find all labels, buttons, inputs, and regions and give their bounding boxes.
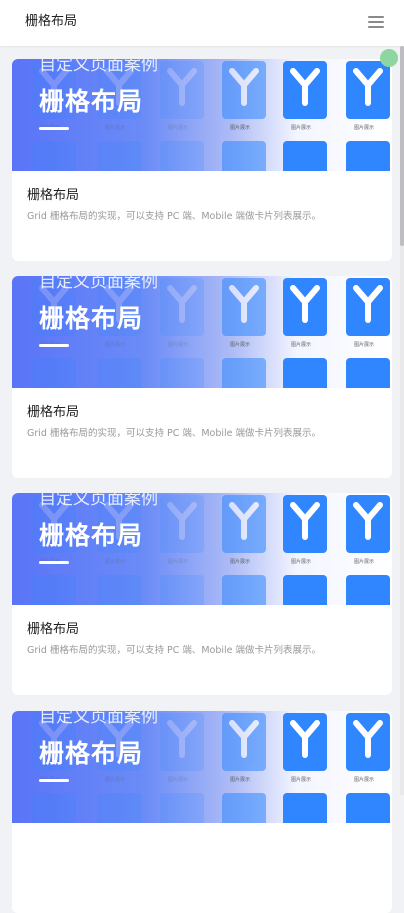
card-body: 栅格布局 Grid 栅格布局的实现，可以支持 PC 端、Mobile 端做卡片列… (27, 404, 382, 440)
banner-underline (39, 127, 69, 130)
card-banner-image: 图片展示图片展示图片展示图片展示图片展示图片展示 自定义页面案例 栅格布局 (12, 493, 392, 605)
card-title: 栅格布局 (27, 622, 80, 637)
banner-tile (32, 358, 76, 388)
card-description: Grid 栅格布局的实现，可以支持 PC 端、Mobile 端做卡片列表展示。 (27, 645, 322, 656)
banner-tile (32, 793, 76, 823)
banner-tile-caption: 图片展示 (105, 559, 126, 565)
grid-layout-card[interactable]: 图片展示图片展示图片展示图片展示图片展示图片展示 自定义页面案例 栅格布局 栅格… (12, 493, 392, 695)
banner-tile (283, 141, 327, 171)
banner-tile-caption: 图片展示 (105, 777, 126, 783)
card-title: 栅格布局 (27, 188, 80, 203)
banner-tile (222, 141, 266, 171)
card-body: 栅格布局 Grid 栅格布局的实现，可以支持 PC 端、Mobile 端做卡片列… (27, 187, 382, 223)
banner-tile (283, 793, 327, 823)
banner-title: 栅格布局 (39, 304, 144, 333)
banner-tile (346, 61, 390, 119)
grid-layout-card[interactable]: 图片展示图片展示图片展示图片展示图片展示图片展示 自定义页面案例 栅格布局 栅格… (12, 276, 392, 478)
card-banner-image: 图片展示图片展示图片展示图片展示图片展示图片展示 自定义页面案例 栅格布局 (12, 276, 392, 388)
banner-subtitle: 自定义页面案例 (39, 493, 158, 509)
card-title: 栅格布局 (27, 405, 80, 420)
banner-tile (222, 278, 266, 336)
floating-action-dot[interactable] (380, 49, 398, 67)
banner-tile (283, 278, 327, 336)
banner-tile-caption: 图片展示 (230, 125, 251, 131)
banner-tile (222, 61, 266, 119)
card-banner-image: 图片展示图片展示图片展示图片展示图片展示图片展示 自定义页面案例 栅格布局 (12, 711, 392, 823)
banner-tile-caption: 图片展示 (168, 559, 189, 565)
banner-tile (283, 358, 327, 388)
banner-subtitle: 自定义页面案例 (39, 276, 158, 292)
banner-underline (39, 561, 69, 564)
banner-tile (222, 575, 266, 605)
banner-tile-caption: 图片展示 (354, 342, 375, 348)
banner-tile-caption: 图片展示 (168, 342, 189, 348)
banner-tile (222, 713, 266, 771)
card-body (27, 839, 382, 844)
card-description: Grid 栅格布局的实现，可以支持 PC 端、Mobile 端做卡片列表展示。 (27, 211, 322, 222)
banner-tile-caption: 图片展示 (230, 777, 251, 783)
banner-tile-caption: 图片展示 (354, 777, 375, 783)
banner-tile (283, 575, 327, 605)
banner-tile (97, 141, 141, 171)
grid-layout-card[interactable]: 图片展示图片展示图片展示图片展示图片展示图片展示 自定义页面案例 栅格布局 栅格… (12, 59, 392, 261)
banner-tile-caption: 图片展示 (291, 777, 312, 783)
banner-tile (160, 575, 204, 605)
banner-tile (346, 358, 390, 388)
banner-tile (222, 793, 266, 823)
card-body: 栅格布局 Grid 栅格布局的实现，可以支持 PC 端、Mobile 端做卡片列… (27, 621, 382, 657)
banner-subtitle: 自定义页面案例 (39, 711, 158, 727)
banner-tile (160, 61, 204, 119)
top-navigation-bar: 栅格布局 (0, 0, 404, 46)
banner-tile-caption: 图片展示 (291, 125, 312, 131)
banner-tile (97, 575, 141, 605)
banner-underline (39, 344, 69, 347)
banner-tile-caption: 图片展示 (105, 342, 126, 348)
banner-tile (160, 793, 204, 823)
banner-tile (283, 495, 327, 553)
scrollbar-thumb[interactable] (400, 46, 404, 246)
banner-tile (283, 61, 327, 119)
banner-tile-caption: 图片展示 (354, 559, 375, 565)
card-description: Grid 栅格布局的实现，可以支持 PC 端、Mobile 端做卡片列表展示。 (27, 428, 322, 439)
banner-title: 栅格布局 (39, 739, 144, 768)
banner-tile (160, 358, 204, 388)
banner-tile (32, 141, 76, 171)
banner-tile-caption: 图片展示 (230, 342, 251, 348)
banner-tile (346, 575, 390, 605)
banner-tile (346, 713, 390, 771)
banner-tile (346, 793, 390, 823)
banner-underline (39, 779, 69, 782)
page-title: 栅格布局 (25, 14, 78, 29)
banner-tile (222, 495, 266, 553)
banner-tile (346, 278, 390, 336)
banner-tile (160, 278, 204, 336)
banner-tile (97, 358, 141, 388)
banner-subtitle: 自定义页面案例 (39, 59, 158, 75)
banner-title: 栅格布局 (39, 521, 144, 550)
banner-tile (97, 793, 141, 823)
banner-tile (346, 141, 390, 171)
banner-tile-caption: 图片展示 (230, 559, 251, 565)
banner-tile-caption: 图片展示 (105, 125, 126, 131)
grid-layout-card[interactable]: 图片展示图片展示图片展示图片展示图片展示图片展示 自定义页面案例 栅格布局 (12, 711, 392, 913)
banner-tile (160, 495, 204, 553)
banner-tile (160, 713, 204, 771)
banner-tile (222, 358, 266, 388)
banner-title: 栅格布局 (39, 87, 144, 116)
card-banner-image: 图片展示图片展示图片展示图片展示图片展示图片展示 自定义页面案例 栅格布局 (12, 59, 392, 171)
banner-tile-caption: 图片展示 (291, 559, 312, 565)
banner-tile (32, 575, 76, 605)
hamburger-menu-icon[interactable] (368, 15, 384, 29)
banner-tile (346, 495, 390, 553)
banner-tile-caption: 图片展示 (354, 125, 375, 131)
banner-tile (160, 141, 204, 171)
banner-tile-caption: 图片展示 (291, 342, 312, 348)
banner-tile (283, 713, 327, 771)
banner-tile-caption: 图片展示 (168, 125, 189, 131)
banner-tile-caption: 图片展示 (168, 777, 189, 783)
